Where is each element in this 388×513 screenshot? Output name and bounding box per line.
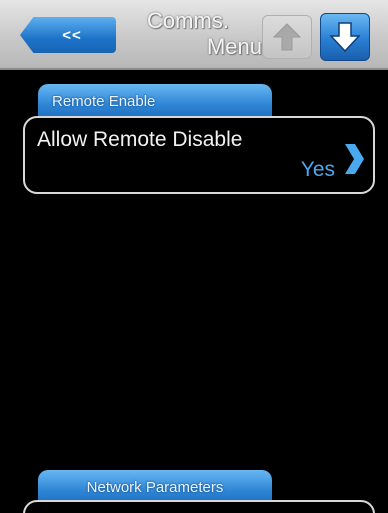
setting-label: Allow Remote Disable xyxy=(37,128,243,151)
header-bar: << Comms. Menu xyxy=(0,0,388,70)
page-title: Comms. Menu xyxy=(132,8,262,60)
chevron-right-icon xyxy=(345,144,364,174)
setting-allow-remote-disable[interactable]: Allow Remote Disable Yes xyxy=(23,116,375,194)
group-tab-network-parameters[interactable]: Network Parameters xyxy=(38,470,272,504)
group-tab-label: Network Parameters xyxy=(86,478,224,496)
comms-menu-screen: << Comms. Menu Remote Enable Allow Remot… xyxy=(0,0,388,513)
setting-network-parameters-card[interactable] xyxy=(23,500,375,513)
scroll-down-button[interactable] xyxy=(320,13,370,61)
arrow-up-icon xyxy=(273,23,301,51)
back-button[interactable]: << xyxy=(20,17,116,53)
page-title-line2: Menu xyxy=(206,34,262,59)
arrow-down-icon xyxy=(330,22,360,53)
group-tab-remote-enable: Remote Enable xyxy=(38,84,272,118)
scroll-up-button[interactable] xyxy=(262,15,312,59)
group-tab-label: Remote Enable xyxy=(52,92,156,110)
page-title-line1: Comms. xyxy=(147,8,229,33)
setting-value: Yes xyxy=(300,158,335,181)
back-button-label: << xyxy=(62,26,82,44)
